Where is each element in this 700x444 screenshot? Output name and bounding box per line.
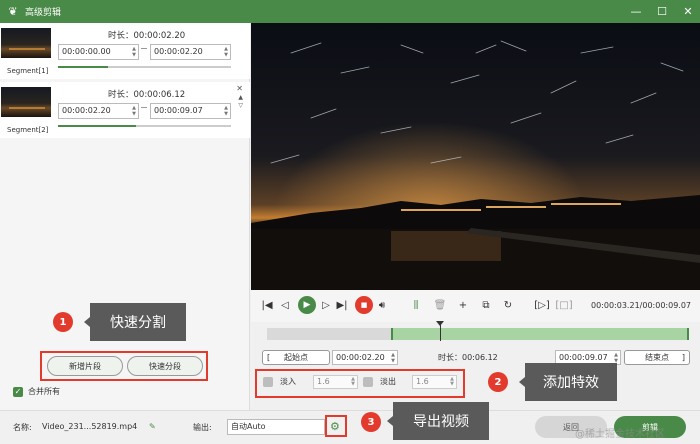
delete-segment-icon[interactable]: ✕ [236, 84, 243, 93]
playhead[interactable] [440, 323, 442, 341]
fade-out-label: 淡出 [380, 377, 396, 386]
trim-start-input[interactable]: 00:00:02.20 ▲ ▼ [332, 350, 398, 365]
record-stop-button[interactable]: ■ [355, 296, 373, 314]
time-display: 00:00:03.21/00:00:09.07 [591, 301, 691, 310]
step-back-icon[interactable]: ◁ [278, 298, 292, 312]
trim-row: [起始点 00:00:02.20 ▲ ▼ 时长：00:06.12 00:00:09.… [262, 350, 690, 365]
play-button[interactable]: ▶ [298, 296, 316, 314]
video-preview[interactable] [251, 23, 700, 290]
marker-1: 1 [53, 312, 73, 332]
range-dash [141, 107, 147, 108]
segment-start-input[interactable]: 00:00:02.20 ▲ ▼ [58, 103, 139, 119]
move-up-icon[interactable]: ▲ [238, 94, 243, 101]
highlight-box-effects: 淡入 1.6 ▲ ▼ 淡出 1.6 ▲ ▼ [255, 369, 465, 398]
split-icon[interactable]: ⫼ [409, 298, 423, 312]
watermark: @稀土掘金技术社区 [575, 429, 665, 440]
fade-out-checkbox[interactable] [363, 377, 373, 387]
mark-in-icon[interactable]: [▷] [534, 298, 550, 312]
step-forward-icon[interactable]: ▷ [319, 298, 333, 312]
reset-icon[interactable]: ↻ [501, 298, 515, 312]
window-controls: — ☐ ✕ [630, 0, 694, 23]
trash-icon[interactable]: 🗑︎ [433, 298, 447, 312]
spinner-icon[interactable]: ▲ ▼ [391, 352, 395, 364]
segment-label: Segment[1] [7, 67, 49, 75]
segment-progress [58, 66, 231, 68]
add-segment-button[interactable]: 新增片段 [47, 356, 123, 376]
fade-out-input[interactable]: 1.6 ▲ ▼ [412, 375, 457, 389]
range-dash [141, 48, 147, 49]
copy-icon[interactable]: ⧉ [479, 298, 493, 312]
file-name: Video_231...52819.mp4 [42, 422, 138, 431]
timeline-selection[interactable] [391, 328, 689, 340]
window-title: 高级剪辑 [25, 8, 62, 18]
segment-duration: 时长：00:00:02.20 [108, 31, 186, 41]
add-icon[interactable]: + [456, 298, 470, 312]
segment-item[interactable]: Segment[2] 时长：00:00:06.12 00:00:02.20 ▲ ▼ … [0, 82, 250, 138]
callout-export-video: 导出视频 [387, 402, 489, 440]
set-end-button[interactable]: 结束点] [624, 350, 690, 365]
skip-end-icon[interactable]: ▶| [335, 298, 349, 312]
merge-all-checkbox[interactable]: ✓ 合并所有 [13, 386, 60, 397]
name-label: 名称: [13, 423, 32, 432]
maximize-button[interactable]: ☐ [656, 5, 668, 18]
timeline-track[interactable] [267, 321, 689, 341]
spinner-icon[interactable]: ▲ ▼ [224, 105, 228, 117]
check-icon[interactable]: ✓ [13, 386, 23, 397]
spinner-icon[interactable]: ▲ ▼ [224, 46, 228, 58]
output-label: 输出: [193, 423, 212, 432]
player-controls: |◀ ◁ ▶ ▷ ▶| ■ 🔊︎ ⫼ 🗑︎ + ⧉ ↻ [▷] [□] 00:0… [251, 290, 700, 322]
output-select[interactable]: 自动Auto [227, 419, 325, 435]
move-down-icon[interactable]: ▽ [238, 102, 243, 109]
minimize-button[interactable]: — [630, 5, 642, 18]
trim-duration: 时长：00:06.12 [438, 353, 498, 362]
segment-label: Segment[2] [7, 126, 49, 134]
spinner-icon[interactable]: ▲ ▼ [351, 377, 355, 387]
skip-start-icon[interactable]: |◀ [260, 298, 274, 312]
spinner-icon[interactable]: ▲ ▼ [132, 46, 136, 58]
segment-item[interactable]: Segment[1] 时长：00:00:02.20 00:00:00.00 ▲ ▼ … [0, 23, 250, 79]
segment-end-input[interactable]: 00:00:02.20 ▲ ▼ [150, 44, 231, 60]
fade-in-label: 淡入 [280, 377, 296, 386]
quick-segment-button[interactable]: 快速分段 [127, 356, 203, 376]
rabbit-logo-icon: ❦ [8, 5, 18, 18]
close-button[interactable]: ✕ [682, 5, 694, 18]
segment-duration: 时长：00:00:06.12 [108, 90, 186, 100]
fade-in-input[interactable]: 1.6 ▲ ▼ [313, 375, 358, 389]
segment-start-input[interactable]: 00:00:00.00 ▲ ▼ [58, 44, 139, 60]
segment-thumbnail [1, 87, 51, 117]
fade-in-checkbox[interactable] [263, 377, 273, 387]
segment-thumbnail [1, 28, 51, 58]
edit-name-icon[interactable]: ✎ [149, 422, 156, 431]
marker-2: 2 [488, 372, 508, 392]
highlight-box-settings [325, 415, 347, 437]
callout-quick-split: 快速分割 [84, 303, 186, 341]
mark-out-icon[interactable]: [□] [555, 298, 572, 312]
segment-end-input[interactable]: 00:00:09.07 ▲ ▼ [150, 103, 231, 119]
night-lake-image [251, 23, 700, 290]
spinner-icon[interactable]: ▲ ▼ [450, 377, 454, 387]
set-start-button[interactable]: [起始点 [262, 350, 330, 365]
title-bar: ❦ 高级剪辑 — ☐ ✕ [0, 0, 700, 23]
spinner-icon[interactable]: ▲ ▼ [132, 105, 136, 117]
volume-icon[interactable]: 🔊︎ [375, 298, 389, 312]
segment-progress [58, 125, 231, 127]
callout-add-effects: 添加特效 [519, 363, 617, 401]
marker-3: 3 [361, 412, 381, 432]
